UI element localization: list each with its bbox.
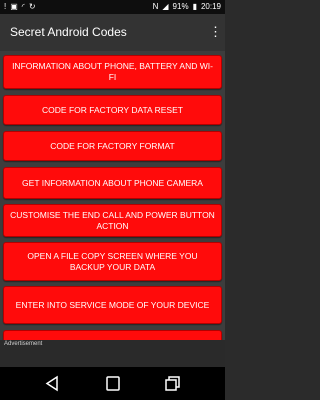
phone-battery-wifi-info-button[interactable]: INFORMATION ABOUT PHONE, BATTERY AND WI-…: [3, 55, 222, 89]
home-icon[interactable]: [103, 375, 123, 392]
alert-icon: !: [4, 2, 7, 11]
image-icon: ▣: [10, 2, 18, 11]
status-bar: ! ▣ ◜ ↻ N ◢ 91% ▮ 20:19: [0, 0, 225, 14]
wifi-icon: ◜: [21, 2, 25, 11]
recents-icon[interactable]: [163, 375, 183, 392]
battery-icon: ▮: [192, 2, 197, 11]
app-bar: Secret Android Codes ⋮: [0, 14, 225, 51]
clock: 20:19: [200, 2, 221, 11]
service-mode-button[interactable]: ENTER INTO SERVICE MODE OF YOUR DEVICE: [3, 286, 222, 324]
phone-camera-info-button[interactable]: GET INFORMATION ABOUT PHONE CAMERA: [3, 167, 222, 199]
factory-format-button[interactable]: CODE FOR FACTORY FORMAT: [3, 131, 222, 161]
app-title: Secret Android Codes: [10, 25, 127, 39]
factory-data-reset-button[interactable]: CODE FOR FACTORY DATA RESET: [3, 95, 222, 125]
signal-icon: ◢: [162, 2, 169, 11]
status-right-icons: N ◢ 91% ▮ 20:19: [153, 2, 221, 12]
partial-next-button[interactable]: [3, 330, 222, 340]
end-call-power-button-action-button[interactable]: CUSTOMISE THE END CALL AND POWER BUTTON …: [3, 204, 222, 237]
status-left-icons: ! ▣ ◜ ↻: [4, 2, 36, 12]
sync-icon: ↻: [28, 2, 36, 11]
advertisement-banner[interactable]: Advertisement: [0, 340, 225, 367]
file-copy-backup-button[interactable]: OPEN A FILE COPY SCREEN WHERE YOU BACKUP…: [3, 242, 222, 281]
overflow-menu-icon[interactable]: ⋮: [209, 24, 222, 40]
battery-percent: 91%: [172, 2, 189, 11]
nfc-icon: N: [152, 2, 159, 11]
advertisement-label: Advertisement: [4, 341, 43, 347]
button-list: INFORMATION ABOUT PHONE, BATTERY AND WI-…: [0, 51, 225, 340]
navigation-bar: [0, 367, 225, 400]
back-icon[interactable]: [42, 375, 62, 392]
